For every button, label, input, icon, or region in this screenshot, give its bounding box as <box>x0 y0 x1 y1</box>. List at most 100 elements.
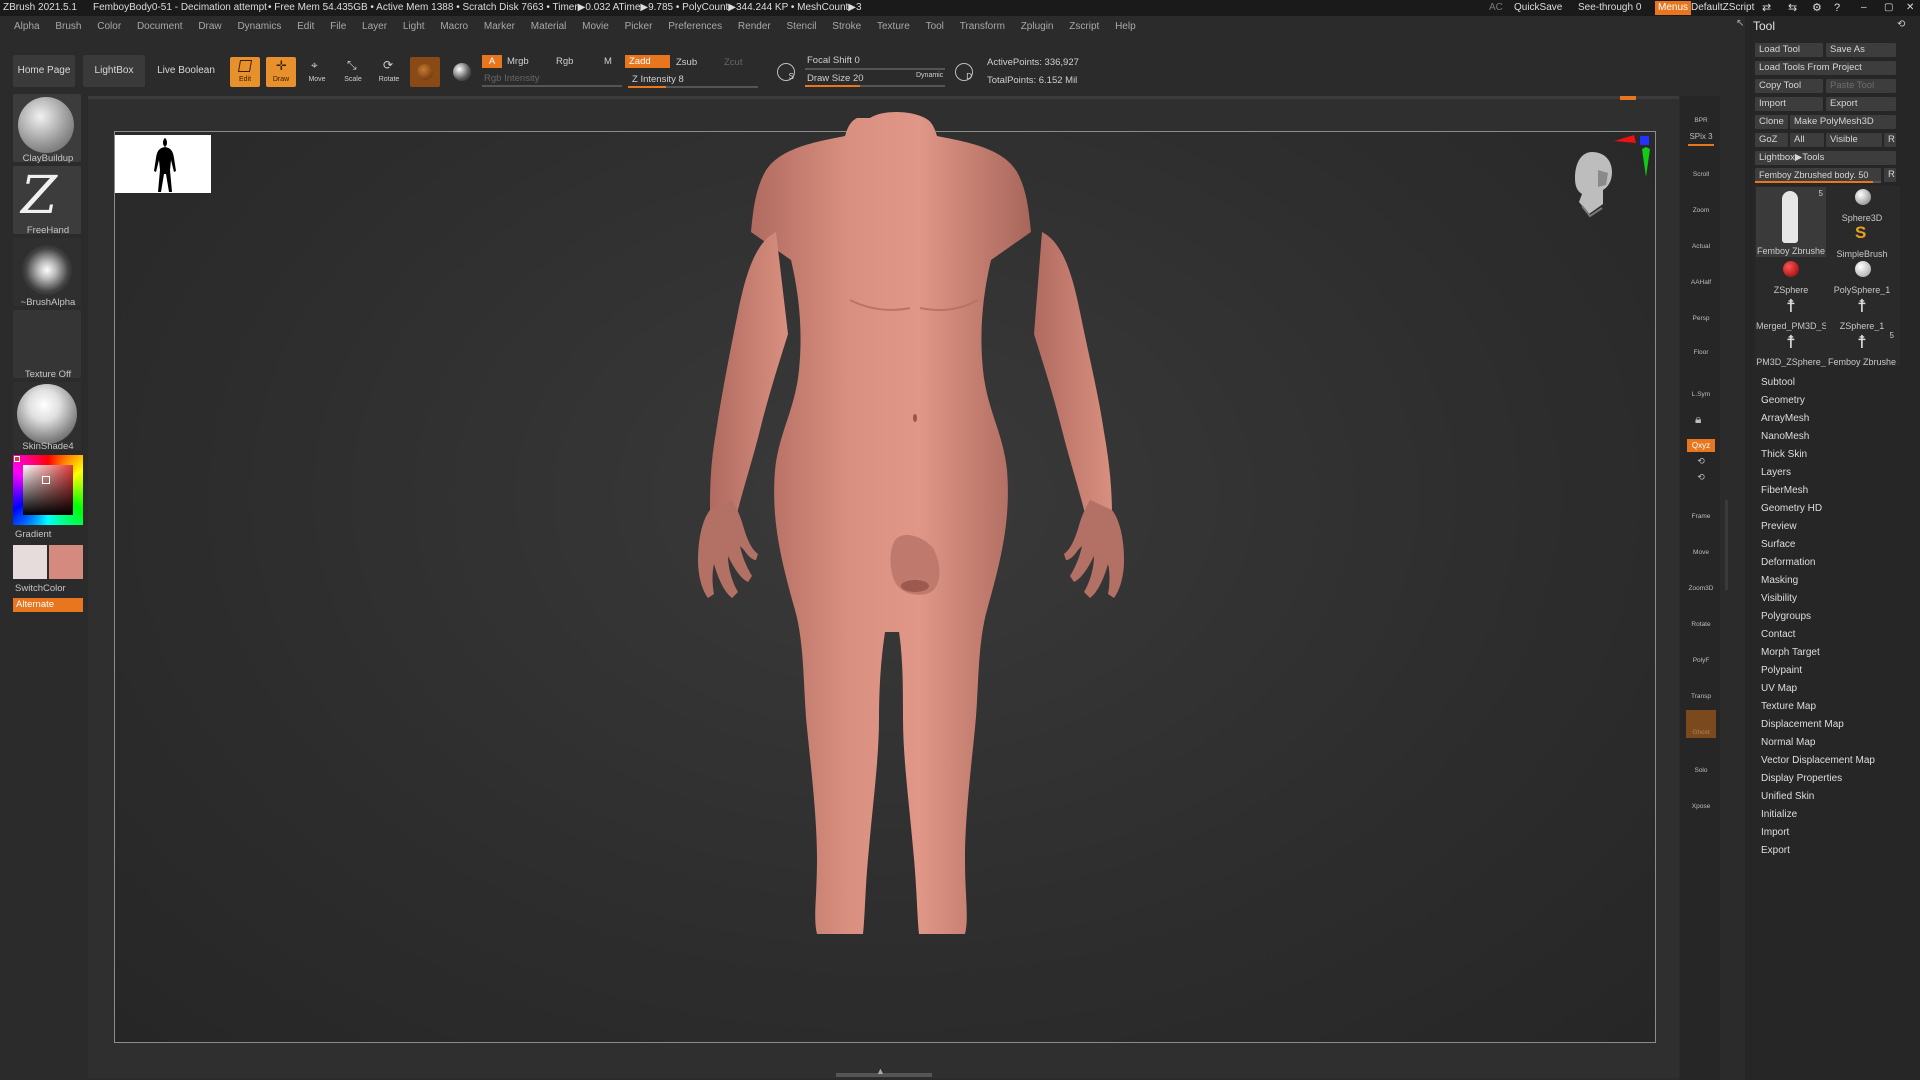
tool-thumb-zsphere1[interactable]: ☨ ZSphere_1 <box>1827 295 1897 331</box>
subpalette-initialize[interactable]: Initialize <box>1761 809 1797 820</box>
rgb-intensity-track[interactable] <box>482 85 622 87</box>
menu-zplugin[interactable]: Zplugin <box>1021 18 1054 35</box>
persp-button[interactable]: Persp <box>1686 296 1716 324</box>
subpalette-import[interactable]: Import <box>1761 827 1789 838</box>
color-picker[interactable] <box>13 455 83 525</box>
material-selector[interactable] <box>13 382 81 450</box>
rotate-z-button[interactable]: ⟲ <box>1686 472 1716 486</box>
draw-size-slider[interactable]: Draw Size 20 <box>807 73 864 84</box>
main-color-swatch[interactable] <box>13 545 47 579</box>
menu-tool[interactable]: Tool <box>926 18 944 35</box>
rgb-intensity-slider[interactable]: Rgb Intensity <box>484 73 539 84</box>
menu-render[interactable]: Render <box>738 18 771 35</box>
menu-brush[interactable]: Brush <box>55 18 81 35</box>
menu-layer[interactable]: Layer <box>362 18 387 35</box>
focal-shift-track[interactable] <box>805 68 945 70</box>
menu-alpha[interactable]: Alpha <box>14 18 40 35</box>
tool-thumb-merged-pm3d[interactable]: ☨ Merged_PM3D_S <box>1756 295 1826 331</box>
menu-draw[interactable]: Draw <box>198 18 221 35</box>
lightbox-tools-button[interactable]: Lightbox▶Tools <box>1755 151 1896 165</box>
subpalette-geometry-hd[interactable]: Geometry HD <box>1761 503 1822 514</box>
zoom-button[interactable]: Zoom <box>1686 188 1716 216</box>
menu-picker[interactable]: Picker <box>625 18 653 35</box>
frame-button[interactable]: Frame <box>1686 494 1716 522</box>
transp-button[interactable]: Transp <box>1686 674 1716 702</box>
actual-button[interactable]: Actual <box>1686 224 1716 252</box>
load-tool-button[interactable]: Load Tool <box>1755 43 1823 57</box>
scroll-arrow-icon[interactable]: ▲ <box>876 1066 885 1076</box>
paste-tool-button[interactable]: Paste Tool <box>1826 79 1896 93</box>
alpha-selector[interactable] <box>13 238 81 306</box>
subpalette-display-properties[interactable]: Display Properties <box>1761 773 1842 784</box>
subpalette-contact[interactable]: Contact <box>1761 629 1795 640</box>
right-shelf-scrollbar[interactable] <box>1725 500 1728 590</box>
subpalette-polygroups[interactable]: Polygroups <box>1761 611 1811 622</box>
xpose-button[interactable]: Xpose <box>1686 784 1716 812</box>
subpalette-morph-target[interactable]: Morph Target <box>1761 647 1820 658</box>
zadd-button[interactable]: Zadd <box>625 55 670 68</box>
layout-icon[interactable]: ⇄ <box>1762 0 1771 16</box>
close-icon[interactable]: ✕ <box>1906 0 1914 16</box>
load-tools-from-project-button[interactable]: Load Tools From Project <box>1755 61 1896 75</box>
rgb-button[interactable]: Rgb <box>556 55 573 68</box>
subpalette-uv-map[interactable]: UV Map <box>1761 683 1797 694</box>
copy-tool-button[interactable]: Copy Tool <box>1755 79 1823 93</box>
subpalette-visibility[interactable]: Visibility <box>1761 593 1797 604</box>
menu-transform[interactable]: Transform <box>960 18 1005 35</box>
import-tool-button[interactable]: Import <box>1755 97 1823 111</box>
subpalette-subtool[interactable]: Subtool <box>1761 377 1795 388</box>
home-page-button[interactable]: Home Page <box>13 55 75 87</box>
qxyz-button[interactable]: Qxyz <box>1687 439 1715 452</box>
current-tool-r-button[interactable]: R <box>1884 168 1896 182</box>
menu-material[interactable]: Material <box>531 18 567 35</box>
zoom3d-button[interactable]: Zoom3D <box>1686 566 1716 594</box>
quicksave-button[interactable]: QuickSave <box>1514 0 1562 16</box>
z-intensity-track[interactable] <box>628 86 758 88</box>
aahalf-button[interactable]: AAHalf <box>1686 260 1716 288</box>
solo-button[interactable]: Solo <box>1686 748 1716 776</box>
texture-selector[interactable] <box>13 310 81 378</box>
subpalette-normal-map[interactable]: Normal Map <box>1761 737 1815 748</box>
zcut-button[interactable]: Zcut <box>724 56 742 69</box>
goz-button[interactable]: GoZ <box>1755 133 1788 147</box>
see-through-slider[interactable]: See-through 0 <box>1578 0 1641 16</box>
ghost-button[interactable]: Ghost <box>1686 710 1716 738</box>
current-tool-slider-track[interactable] <box>1755 181 1881 183</box>
subpalette-displacement-map[interactable]: Displacement Map <box>1761 719 1844 730</box>
polyf-button[interactable]: PolyF <box>1686 638 1716 666</box>
bpr-render-button[interactable]: BPR <box>1686 98 1716 126</box>
tool-thumb-sphere3d[interactable]: Sphere3D <box>1827 187 1897 223</box>
subpalette-polypaint[interactable]: Polypaint <box>1761 665 1802 676</box>
subpalette-export[interactable]: Export <box>1761 845 1790 856</box>
stroke-selector[interactable]: Z <box>13 166 81 234</box>
menu-edit[interactable]: Edit <box>297 18 314 35</box>
secondary-color-swatch[interactable] <box>49 545 83 579</box>
palette-dock-icon[interactable]: ⟲ <box>1897 19 1905 30</box>
floor-button[interactable]: Floor <box>1686 330 1716 358</box>
swap-icon[interactable]: ⇆ <box>1788 0 1797 16</box>
rotate-view-button[interactable]: Rotate <box>1686 602 1716 630</box>
subpalette-arraymesh[interactable]: ArrayMesh <box>1761 413 1809 424</box>
menu-zscript[interactable]: Zscript <box>1069 18 1099 35</box>
goz-visible-button[interactable]: Visible <box>1826 133 1882 147</box>
menu-stencil[interactable]: Stencil <box>787 18 817 35</box>
subpalette-fibermesh[interactable]: FiberMesh <box>1761 485 1808 496</box>
tool-thumb-pm3d-zsphere[interactable]: ☨ PM3D_ZSphere_ <box>1756 331 1826 367</box>
z-intensity-slider[interactable]: Z Intensity 8 <box>632 74 684 85</box>
menu-help[interactable]: Help <box>1115 18 1136 35</box>
lock-button[interactable]: 🔒︎ <box>1686 408 1716 436</box>
brush-selector[interactable] <box>13 94 81 162</box>
subpalette-masking[interactable]: Masking <box>1761 575 1798 586</box>
menu-macro[interactable]: Macro <box>440 18 468 35</box>
palette-collapse-icon[interactable]: ↖ <box>1736 18 1744 29</box>
menu-file[interactable]: File <box>330 18 346 35</box>
subpalette-deformation[interactable]: Deformation <box>1761 557 1815 568</box>
navigation-head-gizmo[interactable] <box>1570 150 1616 230</box>
color-picker-handle[interactable] <box>42 476 50 484</box>
current-tool-slider[interactable]: Femboy Zbrushed body. 50 <box>1755 168 1881 182</box>
tool-thumb-femboy-2[interactable]: ☨ 5 Femboy Zbrushe <box>1827 331 1897 367</box>
make-polymesh3d-button[interactable]: Make PolyMesh3D <box>1790 115 1896 129</box>
goz-r-button[interactable]: R <box>1884 133 1896 147</box>
tool-thumb-simplebrush[interactable]: S SimpleBrush <box>1827 223 1897 259</box>
subpalette-unified-skin[interactable]: Unified Skin <box>1761 791 1814 802</box>
